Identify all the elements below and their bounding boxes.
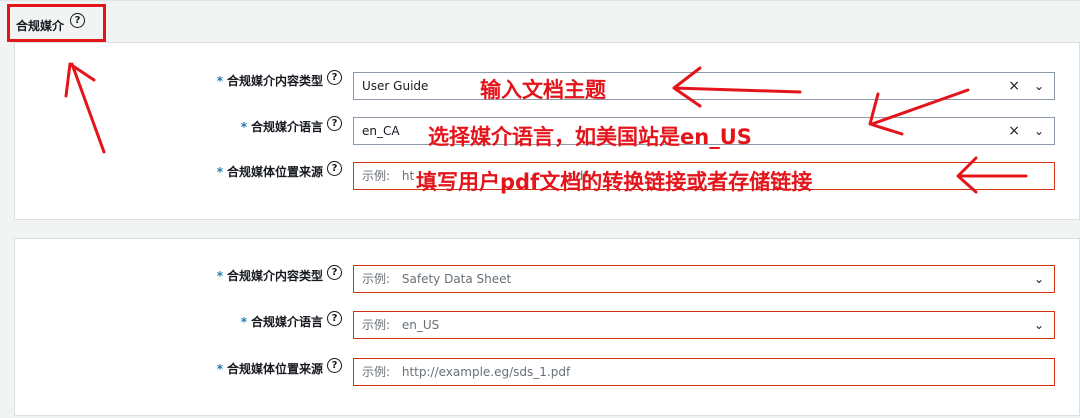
annotation-language: 选择媒介语言，如美国站是en_US xyxy=(428,125,752,149)
arrow-to-header xyxy=(64,62,106,154)
arrow-to-topic xyxy=(672,66,802,108)
annotation-topic: 输入文档主题 xyxy=(480,78,606,102)
annotation-arrows xyxy=(64,62,1028,194)
arrow-to-link xyxy=(956,156,1028,194)
annotation-link: 填写用户pdf文档的转换链接或者存储链接 xyxy=(416,170,813,194)
arrow-to-language xyxy=(868,88,970,136)
